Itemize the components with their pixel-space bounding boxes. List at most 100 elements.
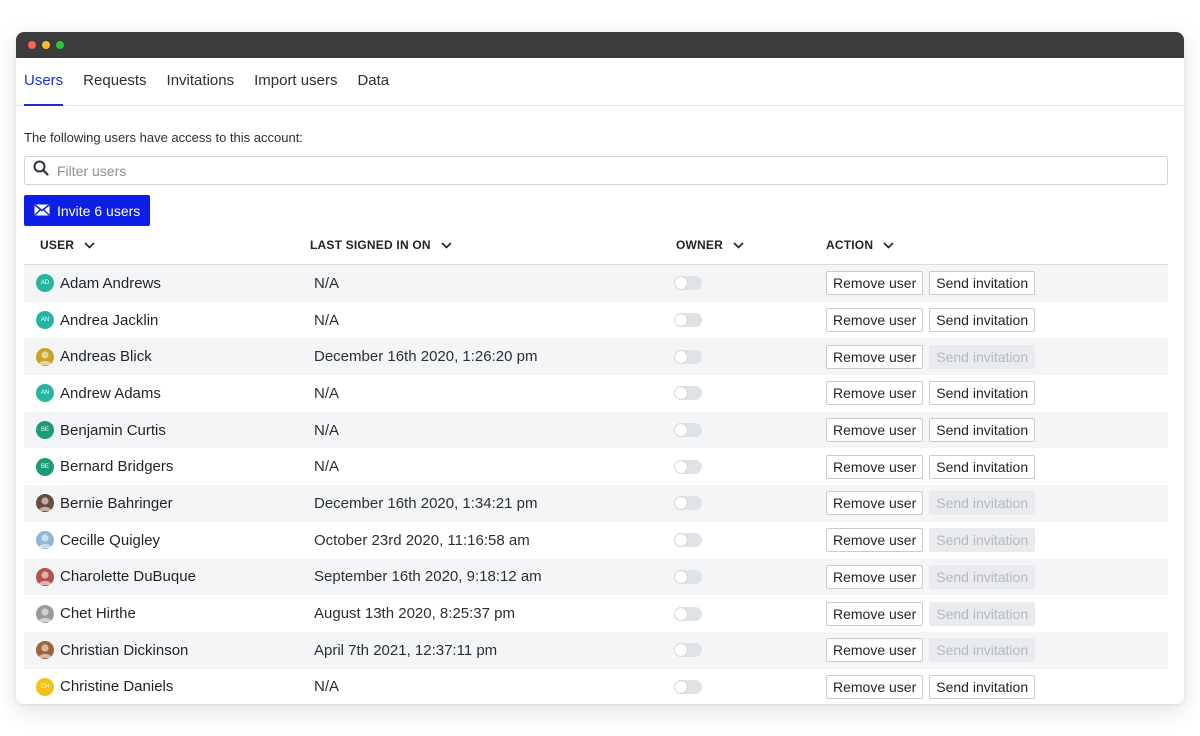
last-signed-in-cell: N/A xyxy=(314,274,340,292)
owner-cell xyxy=(674,606,830,621)
toggle-knob xyxy=(675,644,687,657)
chevron-down-icon xyxy=(84,238,95,252)
last-signed-in-cell: October 23rd 2020, 11:16:58 am xyxy=(314,531,530,549)
minimize-window-dot[interactable] xyxy=(42,41,50,49)
owner-toggle[interactable] xyxy=(674,606,702,621)
column-header-action[interactable]: ACTION xyxy=(826,238,1166,252)
actions-cell: Remove user Send invitation xyxy=(826,491,1166,516)
avatar: CH xyxy=(36,677,54,696)
owner-toggle[interactable] xyxy=(674,496,702,511)
tab-bar: Users Requests Invitations Import users … xyxy=(16,58,1184,106)
invite-users-label: Invite 6 users xyxy=(57,202,141,219)
send-invitation-button[interactable]: Send invitation xyxy=(929,381,1036,406)
column-header-owner-label: OWNER xyxy=(676,238,723,252)
table-row: Cecille Quigley October 23rd 2020, 11:16… xyxy=(24,522,1168,559)
column-header-owner[interactable]: OWNER xyxy=(676,238,826,252)
send-invitation-button[interactable]: Send invitation xyxy=(929,454,1036,479)
actions-cell: Remove user Send invitation xyxy=(826,528,1166,553)
send-invitation-button[interactable]: Send invitation xyxy=(929,344,1036,369)
remove-user-button[interactable]: Remove user xyxy=(826,454,924,479)
last-signed-in-cell: April 7th 2021, 12:37:11 pm xyxy=(314,641,498,659)
user-name: Andreas Blick xyxy=(60,348,152,366)
owner-cell xyxy=(674,386,830,401)
table-row: Andreas Blick December 16th 2020, 1:26:2… xyxy=(24,338,1168,376)
last-signed-in-cell: N/A xyxy=(314,421,340,439)
user-cell: Chet Hirthe xyxy=(24,604,310,623)
owner-toggle[interactable] xyxy=(674,423,702,438)
avatar xyxy=(36,494,54,513)
remove-user-button[interactable]: Remove user xyxy=(826,491,924,516)
close-window-dot[interactable] xyxy=(28,41,36,49)
column-header-last-signed-in[interactable]: LAST SIGNED IN ON xyxy=(310,238,676,252)
last-signed-in-cell: N/A xyxy=(314,384,340,402)
tab-invitations[interactable]: Invitations xyxy=(167,72,235,105)
remove-user-button[interactable]: Remove user xyxy=(826,418,924,443)
table-row: Chet Hirthe August 13th 2020, 8:25:37 pm… xyxy=(24,595,1168,632)
user-cell: CH Christine Daniels xyxy=(24,677,310,696)
remove-user-button[interactable]: Remove user xyxy=(826,528,924,553)
user-cell: AN Andrew Adams xyxy=(24,384,310,403)
owner-toggle[interactable] xyxy=(674,679,702,694)
remove-user-button[interactable]: Remove user xyxy=(826,601,924,626)
remove-user-button[interactable]: Remove user xyxy=(826,308,924,333)
tab-import-users[interactable]: Import users xyxy=(254,72,337,105)
maximize-window-dot[interactable] xyxy=(56,41,64,49)
remove-user-button[interactable]: Remove user xyxy=(826,381,924,406)
avatar: BE xyxy=(36,421,54,440)
owner-toggle[interactable] xyxy=(674,386,702,401)
remove-user-button[interactable]: Remove user xyxy=(826,344,924,369)
column-header-user-label: USER xyxy=(40,238,75,252)
send-invitation-button[interactable]: Send invitation xyxy=(929,528,1036,553)
owner-cell xyxy=(674,349,830,364)
send-invitation-button[interactable]: Send invitation xyxy=(929,564,1036,589)
user-cell: BE Benjamin Curtis xyxy=(24,421,310,440)
remove-user-button[interactable]: Remove user xyxy=(826,674,924,699)
avatar xyxy=(36,604,54,623)
user-cell: AN Andrea Jacklin xyxy=(24,311,310,330)
chevron-down-icon xyxy=(883,238,894,252)
owner-toggle[interactable] xyxy=(674,569,702,584)
send-invitation-button[interactable]: Send invitation xyxy=(929,638,1036,663)
avatar xyxy=(36,531,54,550)
remove-user-button[interactable]: Remove user xyxy=(826,564,924,589)
user-name: Benjamin Curtis xyxy=(60,421,166,439)
owner-toggle[interactable] xyxy=(674,459,702,474)
last-signed-in-cell: N/A xyxy=(314,678,340,696)
owner-toggle[interactable] xyxy=(674,276,702,291)
remove-user-button[interactable]: Remove user xyxy=(826,638,924,663)
table-row: AN Andrew Adams N/A Remove user Send inv… xyxy=(24,375,1168,412)
user-cell: AD Adam Andrews xyxy=(24,274,310,293)
avatar xyxy=(36,567,54,586)
tab-data[interactable]: Data xyxy=(357,72,389,105)
owner-cell xyxy=(674,569,830,584)
last-signed-in-cell: December 16th 2020, 1:26:20 pm xyxy=(314,348,538,366)
table-row: Charolette DuBuque September 16th 2020, … xyxy=(24,558,1168,596)
remove-user-button[interactable]: Remove user xyxy=(826,271,924,296)
send-invitation-button[interactable]: Send invitation xyxy=(929,271,1036,296)
tab-requests[interactable]: Requests xyxy=(83,72,146,105)
tab-users[interactable]: Users xyxy=(24,72,64,106)
owner-cell xyxy=(674,423,830,438)
actions-cell: Remove user Send invitation xyxy=(826,381,1166,406)
send-invitation-button[interactable]: Send invitation xyxy=(929,418,1036,443)
owner-toggle[interactable] xyxy=(674,533,702,548)
owner-cell xyxy=(674,276,830,291)
owner-toggle[interactable] xyxy=(674,349,702,364)
column-header-user[interactable]: USER xyxy=(24,238,310,252)
toggle-knob xyxy=(675,680,687,693)
owner-toggle[interactable] xyxy=(674,643,702,658)
send-invitation-button[interactable]: Send invitation xyxy=(929,308,1036,333)
toggle-knob xyxy=(675,497,687,510)
send-invitation-button[interactable]: Send invitation xyxy=(929,601,1036,626)
owner-cell xyxy=(674,313,830,328)
actions-cell: Remove user Send invitation xyxy=(826,674,1166,699)
invite-users-button[interactable]: Invite 6 users xyxy=(24,195,151,226)
user-cell: Christian Dickinson xyxy=(24,641,310,660)
filter-users-input[interactable] xyxy=(55,161,1159,180)
owner-toggle[interactable] xyxy=(674,313,702,328)
send-invitation-button[interactable]: Send invitation xyxy=(929,491,1036,516)
table-row: Bernie Bahringer December 16th 2020, 1:3… xyxy=(24,485,1168,522)
user-cell: Charolette DuBuque xyxy=(24,567,310,586)
send-invitation-button[interactable]: Send invitation xyxy=(929,674,1036,699)
actions-cell: Remove user Send invitation xyxy=(826,454,1166,479)
